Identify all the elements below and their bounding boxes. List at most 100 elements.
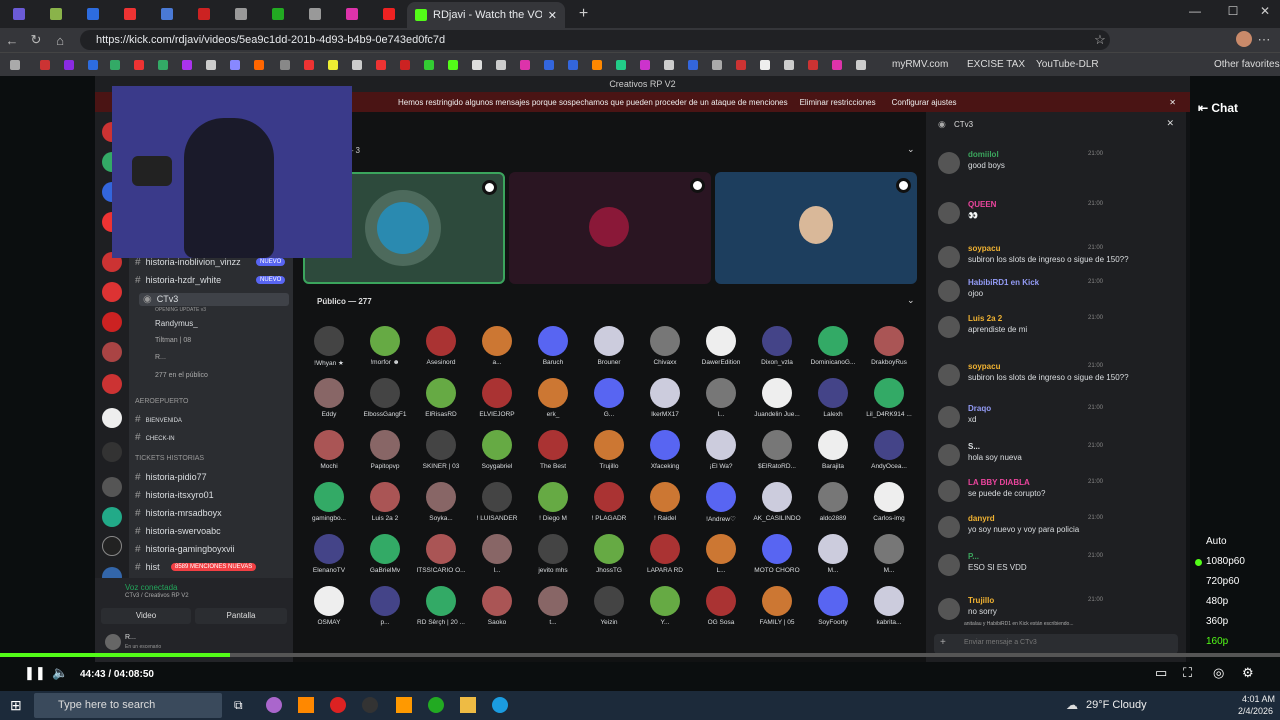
server-icon[interactable] bbox=[102, 477, 122, 497]
audience-member[interactable]: IkerMX17 bbox=[637, 378, 693, 418]
category-tickets[interactable]: TICKETS HISTORIAS bbox=[135, 455, 204, 462]
clock-date[interactable]: 2/4/2026 bbox=[1238, 706, 1273, 716]
audience-member[interactable]: SKINER | 03 bbox=[413, 430, 469, 470]
quality-160p[interactable]: 160p bbox=[1190, 632, 1260, 652]
tab[interactable] bbox=[222, 0, 259, 28]
audience-member[interactable]: Dixon_vzla bbox=[749, 326, 805, 366]
message-author[interactable]: soypacu bbox=[968, 244, 1000, 253]
channel-bienvenida[interactable]: # BIENVENIDA bbox=[135, 414, 182, 425]
message-avatar[interactable] bbox=[938, 316, 960, 338]
audience-member[interactable]: aldo2889 bbox=[805, 482, 861, 522]
chevron-down-icon[interactable]: ⌄ bbox=[907, 144, 915, 155]
clip-icon[interactable]: ◎ bbox=[1213, 665, 1224, 681]
speaker-tile[interactable] bbox=[509, 172, 711, 284]
audience-member[interactable]: jevito mhs bbox=[525, 534, 581, 574]
tab[interactable] bbox=[148, 0, 185, 28]
audience-member[interactable]: Luis 2a 2 bbox=[357, 482, 413, 522]
channel-check-in[interactable]: # CHECK-IN bbox=[135, 432, 175, 443]
tab[interactable] bbox=[333, 0, 370, 28]
message-author[interactable]: danyrd bbox=[968, 514, 995, 523]
audience-member[interactable]: ! LUISANDER bbox=[469, 482, 525, 522]
message-author[interactable]: soypacu bbox=[968, 362, 1000, 371]
server-icon[interactable] bbox=[102, 507, 122, 527]
quality-480p[interactable]: 480p bbox=[1190, 592, 1260, 612]
mentions-badge[interactable]: 8589 MENCIONES NUEVAS bbox=[171, 563, 257, 571]
audience-member[interactable]: p... bbox=[357, 586, 413, 626]
quality-auto[interactable]: Auto bbox=[1190, 532, 1260, 552]
chevron-down-icon[interactable]: ⌄ bbox=[907, 295, 915, 306]
home-icon[interactable]: ⌂ bbox=[48, 33, 72, 48]
audience-member[interactable]: Saoko bbox=[469, 586, 525, 626]
channel-hzdr[interactable]: # historia-hzdr_white bbox=[135, 275, 221, 286]
configure-settings-link[interactable]: Configurar ajustes bbox=[892, 98, 957, 107]
audience-member[interactable]: RD Šêrçh | 20 ... bbox=[413, 586, 469, 626]
voice-user[interactable]: R... bbox=[155, 354, 166, 361]
close-tab-icon[interactable]: ✕ bbox=[548, 9, 557, 22]
voice-user[interactable]: Tiltman | 08 bbox=[155, 337, 191, 344]
audience-member[interactable]: GaBrielMv bbox=[357, 534, 413, 574]
audience-member[interactable]: Barajita bbox=[805, 430, 861, 470]
audience-member[interactable]: l... bbox=[693, 378, 749, 418]
message-author[interactable]: domiilol bbox=[968, 150, 999, 159]
channel-hist[interactable]: # historia-pidio77 bbox=[135, 472, 207, 483]
theater-icon[interactable]: ▭ bbox=[1155, 665, 1167, 681]
audience-member[interactable]: AndyOcea... bbox=[861, 430, 917, 470]
audience-member[interactable]: OSMAY bbox=[301, 586, 357, 626]
message-author[interactable]: HabibiRD1 en Kick bbox=[968, 278, 1039, 287]
audience-member[interactable]: FAMILY | 05 bbox=[749, 586, 805, 626]
audience-member[interactable]: Eddy bbox=[301, 378, 357, 418]
message-avatar[interactable] bbox=[938, 516, 960, 538]
server-icon[interactable] bbox=[102, 282, 122, 302]
reload-icon[interactable]: ↻ bbox=[24, 32, 48, 48]
server-icon[interactable] bbox=[102, 408, 122, 428]
close-icon[interactable]: ✕ bbox=[1166, 118, 1174, 129]
message-avatar[interactable] bbox=[938, 444, 960, 466]
tab[interactable] bbox=[37, 0, 74, 28]
audience-member[interactable]: AK_CASILINDO bbox=[749, 482, 805, 522]
audience-member[interactable]: Baruch bbox=[525, 326, 581, 366]
audience-member[interactable]: Carlos-img bbox=[861, 482, 917, 522]
audience-member[interactable]: M... bbox=[861, 534, 917, 574]
audience-member[interactable]: Chivaxx bbox=[637, 326, 693, 366]
audience-member[interactable]: L... bbox=[693, 534, 749, 574]
audience-member[interactable]: Y... bbox=[637, 586, 693, 626]
audience-member[interactable]: Papitopvp bbox=[357, 430, 413, 470]
settings-gear-icon[interactable]: ⚙ bbox=[1242, 665, 1254, 681]
message-avatar[interactable] bbox=[938, 598, 960, 620]
tab[interactable] bbox=[111, 0, 148, 28]
channel-hist[interactable]: # historia-itsxyro01 bbox=[135, 490, 214, 501]
audience-member[interactable]: ! Raidel bbox=[637, 482, 693, 522]
windows-start-icon[interactable]: ⊞ bbox=[10, 697, 22, 714]
bookmark-youtube-dlr[interactable]: YouTube-DLR bbox=[1036, 59, 1099, 70]
weather-text[interactable]: 29°F Cloudy bbox=[1086, 699, 1147, 711]
message-avatar[interactable] bbox=[938, 554, 960, 576]
server-icon[interactable] bbox=[102, 342, 122, 362]
message-avatar[interactable] bbox=[938, 152, 960, 174]
audience-member[interactable]: ! PLAGADR bbox=[581, 482, 637, 522]
tab[interactable] bbox=[259, 0, 296, 28]
server-icon[interactable] bbox=[102, 312, 122, 332]
channel-hist[interactable]: # historia-gamingboyxvii bbox=[135, 544, 235, 555]
message-author[interactable]: Luis 2a 2 bbox=[968, 314, 1002, 323]
quality-1080p60[interactable]: 1080p60 bbox=[1190, 552, 1260, 572]
app-icon[interactable] bbox=[362, 697, 378, 713]
tab[interactable] bbox=[370, 0, 407, 28]
message-avatar[interactable] bbox=[938, 406, 960, 428]
chat-input[interactable]: + Enviar mensaje a CTv3 bbox=[934, 634, 1178, 654]
audience-member[interactable]: Soygabriel bbox=[469, 430, 525, 470]
new-tab-button[interactable]: + bbox=[565, 0, 602, 28]
audience-member[interactable]: !morfor ☻ bbox=[357, 326, 413, 366]
audience-member[interactable]: kabrita... bbox=[861, 586, 917, 626]
profile-avatar[interactable] bbox=[1236, 31, 1252, 47]
audience-member[interactable]: ITSS!CARIO O... bbox=[413, 534, 469, 574]
audience-member[interactable]: Asesinord bbox=[413, 326, 469, 366]
audience-member[interactable]: l... bbox=[469, 534, 525, 574]
audience-member[interactable]: gamingbo... bbox=[301, 482, 357, 522]
server-icon[interactable] bbox=[102, 374, 122, 394]
audience-member[interactable]: Trujillo bbox=[581, 430, 637, 470]
audience-member[interactable]: DawerEdition bbox=[693, 326, 749, 366]
audience-member[interactable]: ¡El Wa? bbox=[693, 430, 749, 470]
chrome-icon[interactable] bbox=[428, 697, 444, 713]
menu-icon[interactable]: ⋯ bbox=[1252, 32, 1276, 48]
bookmark-myrmv[interactable]: myRMV.com bbox=[892, 59, 948, 70]
